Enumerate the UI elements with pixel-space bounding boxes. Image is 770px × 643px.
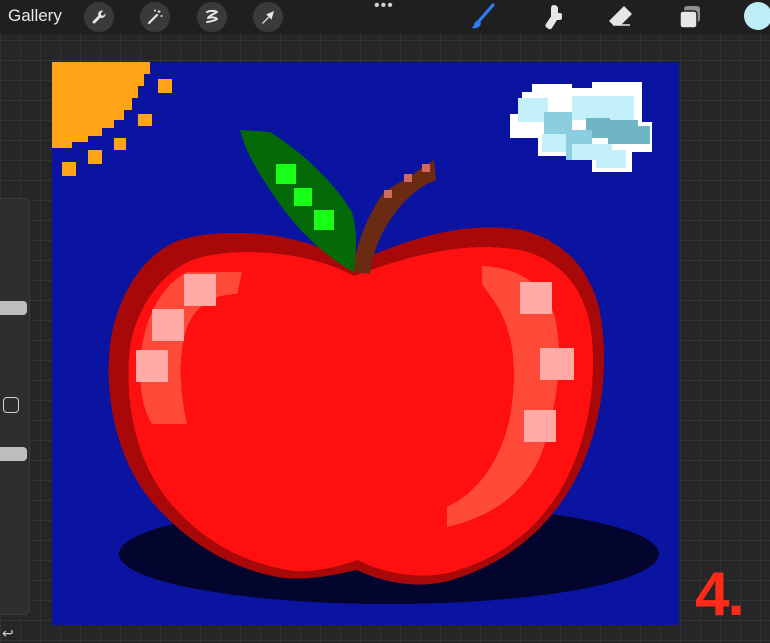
undo-button[interactable]: ↩ (2, 625, 14, 641)
wrench-icon (92, 10, 106, 24)
selection-icon (206, 9, 218, 23)
transform-button[interactable] (253, 2, 283, 32)
layers-icon (679, 6, 700, 29)
eraser-icon (609, 6, 632, 26)
brush-size-slider[interactable] (0, 301, 27, 315)
opacity-slider[interactable] (0, 447, 27, 461)
magic-wand-icon (147, 9, 163, 25)
smudge-tool-button[interactable] (537, 2, 567, 32)
color-picker-button[interactable] (744, 2, 770, 30)
drawing-canvas[interactable] (52, 62, 679, 625)
top-toolbar: Gallery ••• (0, 0, 770, 34)
brush-icon (471, 3, 495, 29)
undo-icon: ↩ (2, 625, 14, 641)
brush-tool-button[interactable] (467, 2, 497, 32)
transform-arrow-icon (262, 11, 274, 24)
gallery-button[interactable]: Gallery (8, 6, 62, 26)
layers-button[interactable] (675, 2, 705, 32)
adjustments-button[interactable] (140, 2, 170, 32)
eraser-tool-button[interactable] (606, 2, 636, 32)
selection-button[interactable] (197, 2, 227, 32)
actions-button[interactable] (84, 2, 114, 32)
smudge-icon (545, 5, 562, 30)
modify-button[interactable] (3, 397, 19, 413)
more-options-button[interactable]: ••• (374, 0, 394, 14)
step-number-label: 4. (695, 560, 745, 629)
left-sidebar (0, 198, 30, 615)
